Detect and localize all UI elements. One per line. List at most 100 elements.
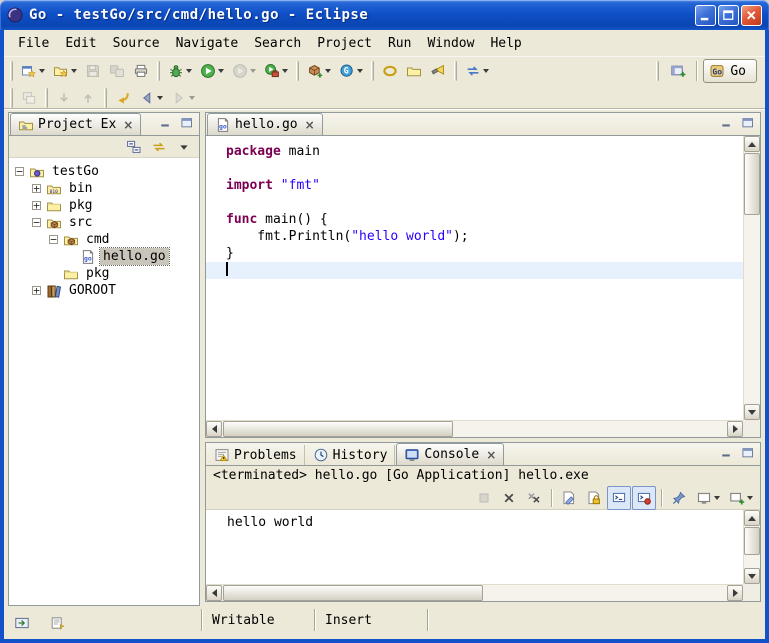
coverage-button[interactable] xyxy=(228,59,260,83)
dropdown-arrow-icon[interactable] xyxy=(39,69,45,73)
maximize-view-button[interactable] xyxy=(178,115,196,131)
expander-plus-icon[interactable]: + xyxy=(32,201,41,210)
toolbar-grip[interactable] xyxy=(454,61,457,81)
console-vscroll-thumb[interactable] xyxy=(744,527,760,555)
tree-item-cmd[interactable]: −cmd xyxy=(9,231,199,248)
code-line-3[interactable]: import "fmt" xyxy=(206,177,743,194)
toolbar-grip[interactable] xyxy=(104,88,107,108)
toolbar-grip[interactable] xyxy=(157,61,160,81)
tab-hello.go[interactable]: gohello.go× xyxy=(207,113,323,135)
maximize-button[interactable] xyxy=(718,5,739,26)
toolbar-grip[interactable] xyxy=(45,88,48,108)
close-tab-icon[interactable]: × xyxy=(123,119,133,131)
next-annotation-button[interactable] xyxy=(52,86,76,110)
dropdown-arrow-icon[interactable] xyxy=(325,69,331,73)
code-line-5[interactable]: func main() { xyxy=(206,211,743,228)
tree-item-pkg[interactable]: +pkg xyxy=(9,197,199,214)
maximize-view-button[interactable] xyxy=(739,445,757,461)
menu-source[interactable]: Source xyxy=(105,33,168,54)
code-line-6[interactable]: fmt.Println("hello world"); xyxy=(206,228,743,245)
scroll-up-button[interactable] xyxy=(744,136,760,152)
last-edit-button[interactable] xyxy=(111,86,135,110)
new-class-button[interactable]: G xyxy=(335,59,367,83)
dropdown-arrow-icon[interactable] xyxy=(189,96,195,100)
console-vertical-scrollbar[interactable] xyxy=(743,510,760,584)
dropdown-arrow-icon[interactable] xyxy=(282,69,288,73)
console-output-area[interactable]: hello world xyxy=(206,510,760,601)
menu-search[interactable]: Search xyxy=(246,33,309,54)
console-hscroll-thumb[interactable] xyxy=(223,585,483,601)
menu-project[interactable]: Project xyxy=(309,33,380,54)
scroll-lock-button[interactable] xyxy=(582,486,606,510)
go-perspective-button[interactable]: Go Go xyxy=(703,59,757,83)
dropdown-arrow-icon[interactable] xyxy=(357,69,363,73)
dropdown-arrow-icon[interactable] xyxy=(747,496,753,500)
menu-file[interactable]: File xyxy=(10,33,57,54)
code-line-1[interactable]: package main xyxy=(206,143,743,160)
tree-item-hello.go[interactable]: gohello.go xyxy=(9,248,199,265)
pin-editor-button[interactable] xyxy=(17,86,41,110)
show-stderr-button[interactable] xyxy=(632,486,656,510)
save-all-button[interactable] xyxy=(105,59,129,83)
tree-item-src[interactable]: −src xyxy=(9,214,199,231)
forward-button[interactable] xyxy=(167,86,199,110)
scroll-down-button[interactable] xyxy=(744,568,760,584)
minimize-button[interactable] xyxy=(695,5,716,26)
tree-item-testGo[interactable]: −testGo xyxy=(9,163,199,180)
show-stdout-button[interactable] xyxy=(607,486,631,510)
expander-minus-icon[interactable]: − xyxy=(49,235,58,244)
titlebar[interactable]: Go - testGo/src/cmd/hello.go - Eclipse xyxy=(0,0,769,30)
scroll-left-button[interactable] xyxy=(206,421,222,437)
collapse-all-button[interactable] xyxy=(122,137,146,157)
dropdown-arrow-icon[interactable] xyxy=(483,69,489,73)
tab-console[interactable]: Console× xyxy=(396,443,504,465)
dropdown-arrow-icon[interactable] xyxy=(157,96,163,100)
open-type-button[interactable] xyxy=(378,59,402,83)
prev-annotation-button[interactable] xyxy=(76,86,100,110)
clear-console-button[interactable] xyxy=(557,486,581,510)
code-line-7[interactable]: } xyxy=(206,245,743,262)
expander-minus-icon[interactable]: − xyxy=(15,167,24,176)
save-button[interactable] xyxy=(81,59,105,83)
menu-navigate[interactable]: Navigate xyxy=(168,33,247,54)
menu-edit[interactable]: Edit xyxy=(57,33,104,54)
tab-problems[interactable]: Problems xyxy=(207,445,305,465)
code-area[interactable]: package main import "fmt" func main() { fm… xyxy=(206,136,743,420)
console-horizontal-scrollbar[interactable] xyxy=(206,584,743,601)
view-menu-button[interactable] xyxy=(172,137,196,157)
remove-launch-button[interactable] xyxy=(497,486,521,510)
open-resource-button[interactable] xyxy=(402,59,426,83)
toolbar-grip[interactable] xyxy=(371,61,374,81)
scroll-right-button[interactable] xyxy=(727,585,743,601)
menu-run[interactable]: Run xyxy=(380,33,419,54)
tree-item-pkg[interactable]: pkg xyxy=(9,265,199,282)
toolbar-grip[interactable] xyxy=(10,88,13,108)
scroll-left-button[interactable] xyxy=(206,585,222,601)
minimize-view-button[interactable] xyxy=(718,115,736,131)
tab-project-ex[interactable]: Project Ex× xyxy=(10,113,141,135)
editor-vertical-scrollbar[interactable] xyxy=(743,136,760,420)
code-line-4[interactable] xyxy=(206,194,743,211)
editor-trim-button[interactable] xyxy=(46,611,70,635)
toolbar-grip[interactable] xyxy=(296,61,299,81)
scroll-up-button[interactable] xyxy=(744,510,760,526)
open-perspective-button[interactable] xyxy=(666,59,690,83)
tree-item-GOROOT[interactable]: +GOROOT xyxy=(9,282,199,299)
dropdown-arrow-icon[interactable] xyxy=(71,69,77,73)
search-button[interactable] xyxy=(426,59,450,83)
close-tab-icon[interactable]: × xyxy=(486,449,496,461)
scroll-right-button[interactable] xyxy=(727,421,743,437)
editor-hscroll-thumb[interactable] xyxy=(223,421,453,437)
remove-all-launches-button[interactable] xyxy=(522,486,546,510)
editor-vscroll-thumb[interactable] xyxy=(744,153,760,215)
new-wizard-button[interactable] xyxy=(17,59,49,83)
expander-plus-icon[interactable]: + xyxy=(32,184,41,193)
tab-history[interactable]: History xyxy=(306,445,396,465)
dropdown-arrow-icon[interactable] xyxy=(218,69,224,73)
expander-minus-icon[interactable]: − xyxy=(32,218,41,227)
team-sync-button[interactable] xyxy=(461,59,493,83)
display-console-button[interactable] xyxy=(692,486,724,510)
dropdown-arrow-icon[interactable] xyxy=(714,496,720,500)
new-package-button[interactable] xyxy=(303,59,335,83)
tree-item-bin[interactable]: +010bin xyxy=(9,180,199,197)
